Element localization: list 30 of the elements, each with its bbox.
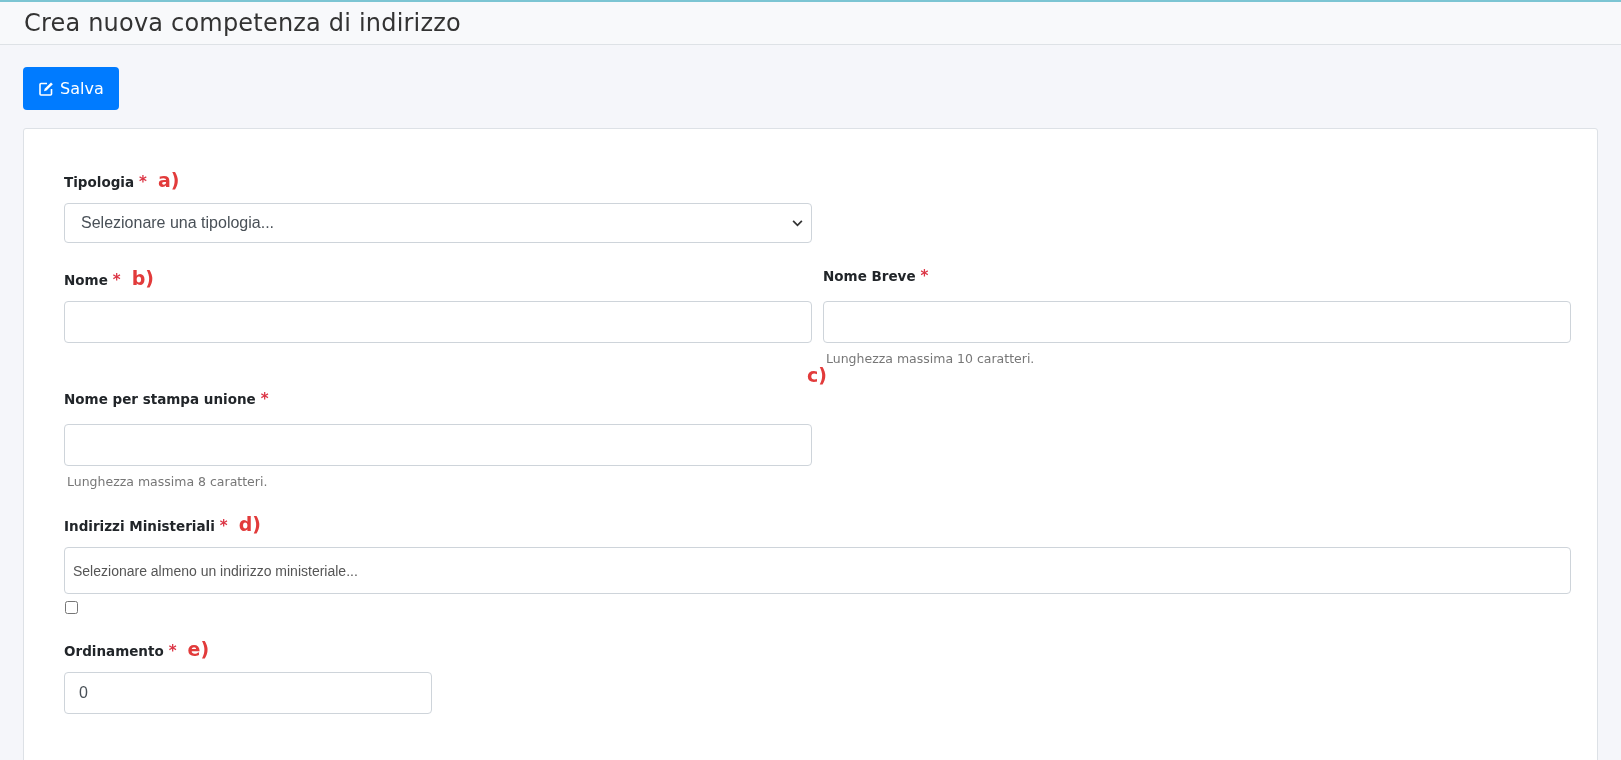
edit-icon <box>38 80 54 97</box>
help-text: Lunghezza massima 10 caratteri. <box>826 351 1036 366</box>
text-input[interactable] <box>64 424 812 466</box>
field-label: Nome Breve <box>823 268 916 284</box>
field-label: Indirizzi Ministeriali <box>64 518 215 534</box>
number-input[interactable]: 0 <box>64 672 432 714</box>
required-asterisk: * <box>139 173 147 191</box>
required-asterisk: * <box>920 267 929 285</box>
help-text: Lunghezza massima 8 caratteri. <box>67 474 269 489</box>
annotation-letter: c) <box>807 364 827 386</box>
chevron-down-icon <box>792 219 803 227</box>
annotation-letter: a) <box>157 169 180 191</box>
field-label: Nome per stampa unione <box>64 391 256 407</box>
required-asterisk: * <box>112 271 121 289</box>
save-button[interactable]: Salva <box>23 67 119 110</box>
field-label: Tipologia <box>64 174 135 190</box>
text-input[interactable] <box>64 301 812 343</box>
annotation-letter: d) <box>238 513 261 535</box>
required-asterisk: * <box>168 642 177 660</box>
text-input[interactable] <box>823 301 1571 343</box>
multiselect-field[interactable]: Selezionare almeno un indirizzo ministeriale... <box>64 547 1571 594</box>
required-asterisk: * <box>219 517 228 535</box>
page-title: Crea nuova competenza di indirizzo <box>24 9 461 37</box>
checkbox[interactable] <box>65 601 78 614</box>
annotation-letter: e) <box>187 638 210 660</box>
select-field[interactable]: Selezionare una tipologia... <box>64 203 812 243</box>
field-label: Ordinamento <box>64 643 164 659</box>
annotation-letter: b) <box>131 267 154 289</box>
field-label: Nome <box>64 272 108 288</box>
required-asterisk: * <box>260 390 269 408</box>
